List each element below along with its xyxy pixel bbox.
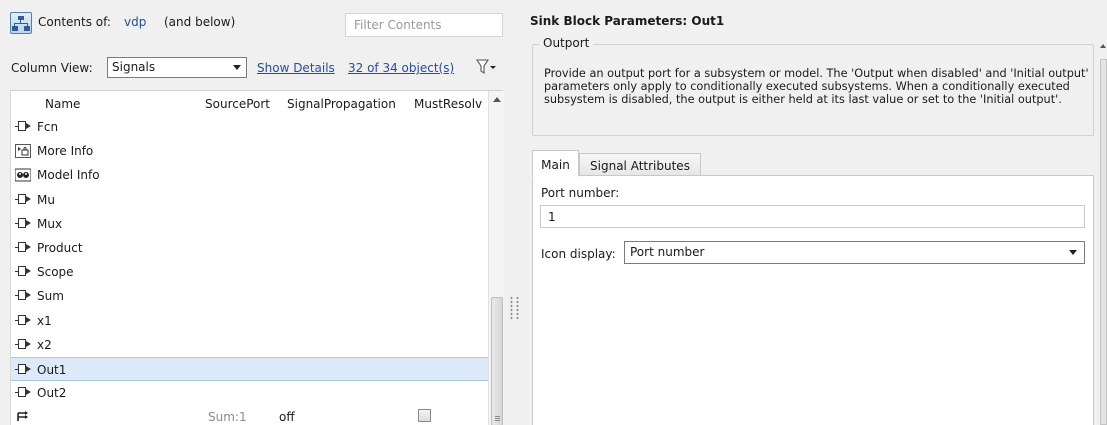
port-number-label: Port number: [541, 186, 620, 200]
column-view-select[interactable]: Signals [107, 57, 247, 78]
table-vertical-scrollbar[interactable] [488, 91, 504, 425]
table-row[interactable]: Mu [11, 188, 488, 212]
group-legend: Outport [539, 36, 594, 50]
contents-model-link[interactable]: vdp [124, 15, 146, 29]
chevron-down-icon [1069, 250, 1077, 255]
column-view-label: Column View: [11, 61, 93, 75]
column-header-signalpropagation[interactable]: SignalPropagation [287, 97, 396, 111]
parameters-scrollbar[interactable] [1100, 44, 1107, 425]
row-name: Model Info [37, 168, 100, 183]
icon-display-select[interactable]: Port number [624, 241, 1085, 264]
table-header: Name SourcePort SignalPropagation MustRe… [11, 91, 504, 115]
column-view-value: Signals [112, 60, 156, 74]
outport-description-group: Outport Provide an output port for a sub… [532, 36, 1094, 136]
row-name: Scope [37, 265, 74, 280]
port-block-icon [15, 120, 31, 134]
row-source-port: Sum:1 [208, 410, 247, 425]
port-number-input[interactable]: 1 [540, 205, 1085, 228]
row-name: Sum [37, 289, 64, 304]
row-name: Out2 [37, 386, 67, 401]
port-block-icon [15, 314, 31, 328]
scrollbar-thumb[interactable] [1100, 59, 1107, 425]
filter-contents-input[interactable]: Filter Contents [345, 13, 503, 37]
row-name: Mu [37, 192, 55, 207]
port-block-icon [15, 338, 31, 352]
port-block-icon [15, 265, 31, 279]
row-name: x1 [37, 313, 52, 328]
main-tab-body: Port number: 1 Icon display: Port number [532, 175, 1094, 425]
block-description: Provide an output port for a subsystem o… [544, 67, 1089, 106]
table-rows: Fcn More Info Model Info Mu Mux Product Scope S… [11, 115, 488, 425]
port-block-icon [15, 241, 31, 255]
scroll-up-icon[interactable] [493, 97, 501, 102]
must-resolve-checkbox[interactable] [418, 409, 431, 423]
signals-table: Name SourcePort SignalPropagation MustRe… [10, 90, 504, 425]
table-row[interactable]: More Info [11, 139, 488, 163]
scrollbar-thumb[interactable] [491, 297, 503, 425]
chevron-down-icon [233, 65, 241, 70]
port-block-icon [15, 193, 31, 207]
model-info-icon [14, 168, 32, 182]
table-row[interactable]: Scope [11, 260, 488, 284]
splitter-grip-icon [516, 296, 519, 320]
column-header-sourceport[interactable]: SourcePort [205, 97, 270, 111]
table-row[interactable]: Out1 [11, 356, 488, 382]
signal-line-icon [15, 410, 31, 424]
row-name: Fcn [37, 120, 59, 134]
contents-of-label: Contents of: [38, 15, 111, 29]
table-row[interactable]: x1 [11, 309, 488, 333]
tab-main[interactable]: Main [532, 150, 579, 177]
table-row[interactable]: Sum [11, 284, 488, 308]
show-details-link[interactable]: Show Details [257, 61, 335, 75]
table-row[interactable]: Fcn [11, 115, 488, 139]
table-row[interactable]: Product [11, 236, 488, 260]
icon-display-label: Icon display: [541, 247, 616, 261]
port-block-icon [15, 386, 31, 400]
filter-funnel-icon[interactable] [475, 58, 499, 76]
block-parameters-pane: Sink Block Parameters: Out1 Outport Prov… [522, 0, 1107, 425]
row-name: Out1 [37, 362, 67, 377]
contents-header: Contents of: vdp (and below) Filter Cont… [0, 0, 510, 46]
row-name: x2 [37, 337, 52, 352]
column-header-name[interactable]: Name [45, 97, 80, 111]
table-row[interactable]: Model Info [11, 163, 488, 187]
table-row[interactable]: Sum:1 off [11, 405, 488, 425]
row-signal-propagation[interactable]: off [279, 410, 295, 424]
table-row[interactable]: Mux [11, 212, 488, 236]
row-name: Product [37, 240, 83, 255]
object-count-link[interactable]: 32 of 34 object(s) [348, 61, 454, 75]
tab-signal-attributes[interactable]: Signal Attributes [579, 153, 701, 176]
contents-scope-label: (and below) [164, 15, 236, 29]
column-header-mustresolve[interactable]: MustResolv [414, 97, 482, 111]
parameter-tabs: Main Signal Attributes [532, 150, 1094, 177]
table-row[interactable]: x2 [11, 333, 488, 357]
splitter-grip-icon [510, 296, 513, 320]
port-block-icon [15, 289, 31, 303]
port-block-icon [15, 363, 31, 377]
parameters-title: Sink Block Parameters: Out1 [530, 14, 725, 28]
row-name: More Info [37, 144, 94, 159]
pane-splitter[interactable] [510, 0, 522, 425]
model-explorer-contents-pane: Contents of: vdp (and below) Filter Cont… [0, 0, 510, 425]
more-info-icon [15, 144, 31, 159]
port-block-icon [15, 217, 31, 231]
subsystem-hierarchy-icon[interactable] [10, 12, 32, 34]
row-name: Mux [37, 216, 63, 231]
scroll-up-icon[interactable] [1100, 44, 1106, 48]
table-row[interactable]: Out2 [11, 381, 488, 405]
contents-toolbar: Column View: Signals Show Details 32 of … [0, 48, 510, 88]
icon-display-value: Port number [630, 245, 705, 259]
